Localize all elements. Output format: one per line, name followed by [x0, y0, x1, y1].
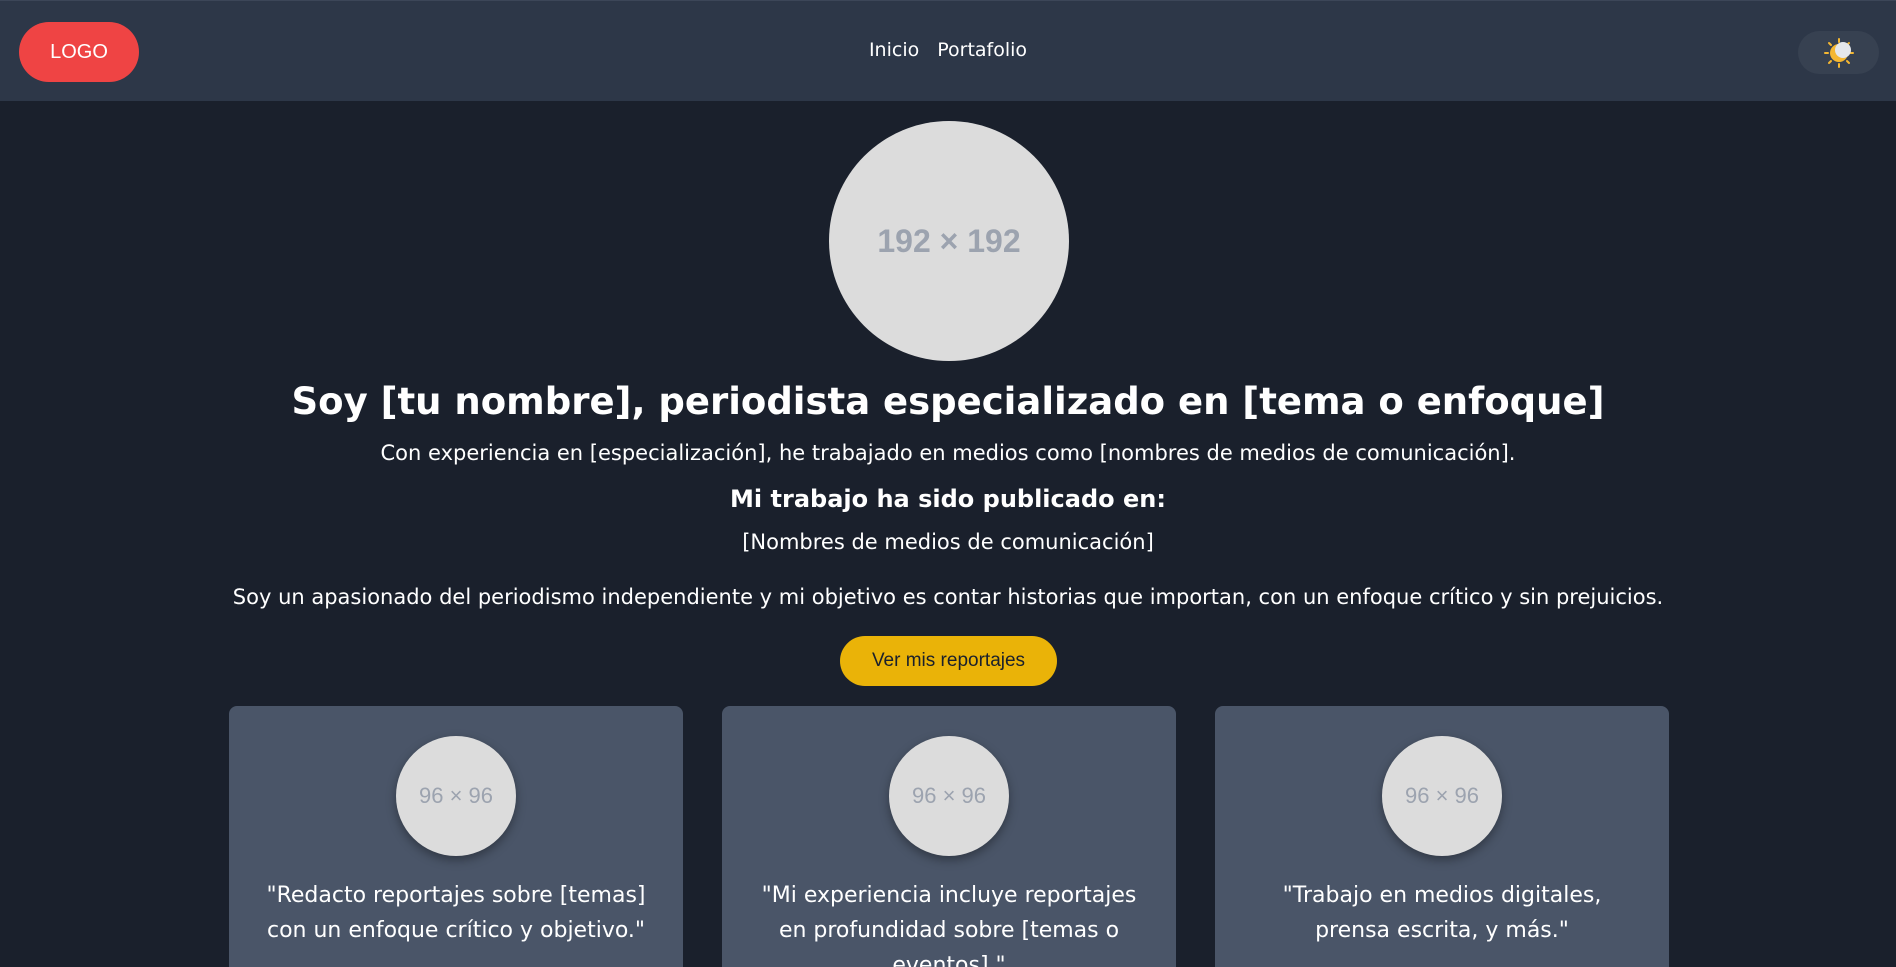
hero-subtitle: Con experiencia en [especialización], he… — [380, 441, 1516, 465]
card-avatar-placeholder: 96 × 96 — [396, 736, 516, 856]
feature-card: 96 × 96 "Trabajo en medios digitales, pr… — [1215, 706, 1669, 967]
published-heading: Mi trabajo ha sido publicado en: — [730, 485, 1166, 513]
feature-card: 96 × 96 "Redacto reportajes sobre [temas… — [229, 706, 683, 967]
profile-avatar-placeholder: 192 × 192 — [829, 121, 1069, 361]
card-quote: "Trabajo en medios digitales, prensa esc… — [1282, 883, 1602, 943]
card-quote: "Mi experiencia incluye reportajes en pr… — [761, 883, 1137, 967]
card-quote: "Redacto reportajes sobre [temas] con un… — [266, 883, 646, 943]
sun-moon-icon — [1823, 37, 1854, 68]
card-avatar-placeholder: 96 × 96 — [889, 736, 1009, 856]
theme-toggle[interactable] — [1798, 31, 1879, 74]
card-avatar-placeholder: 96 × 96 — [1382, 736, 1502, 856]
mission-statement: Soy un apasionado del periodismo indepen… — [232, 585, 1664, 609]
navbar: LOGO Inicio Portafolio — [0, 0, 1896, 101]
hero-title: Soy [tu nombre], periodista especializad… — [291, 380, 1605, 423]
published-list: [Nombres de medios de comunicación] — [742, 530, 1154, 554]
view-reports-button[interactable]: Ver mis reportajes — [840, 636, 1057, 686]
nav-link-inicio[interactable]: Inicio — [869, 39, 919, 61]
main-nav: Inicio Portafolio — [0, 39, 1896, 61]
nav-link-portafolio[interactable]: Portafolio — [937, 39, 1027, 61]
feature-card: 96 × 96 "Mi experiencia incluye reportaj… — [722, 706, 1176, 967]
